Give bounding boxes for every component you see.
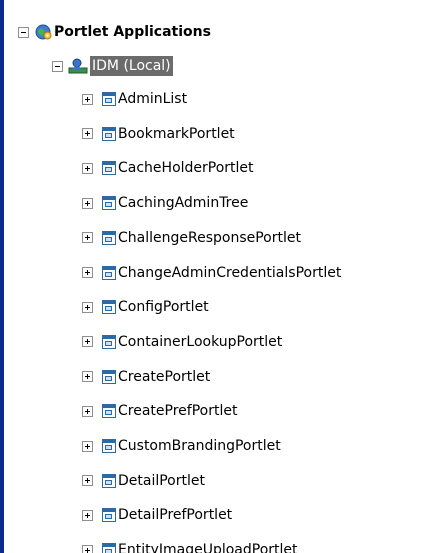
tree-node-label[interactable]: ContainerLookupPortlet (116, 332, 284, 352)
tree-node-label[interactable]: ChallengeResponsePortlet (116, 228, 303, 248)
tree-node-portlet[interactable]: CreatePortlet (82, 366, 212, 388)
portlet-window-icon (102, 265, 116, 280)
expand-icon[interactable] (82, 162, 93, 174)
tree-node-portlet[interactable]: DetailPortlet (82, 470, 207, 492)
expand-icon[interactable] (82, 301, 93, 313)
portlet-window-icon (102, 161, 116, 176)
tree-node-portlet[interactable]: CreatePrefPortlet (82, 400, 239, 422)
tree-node-label[interactable]: CreatePortlet (116, 367, 212, 387)
tree-node-portlet[interactable]: ChangeAdminCredentialsPortlet (82, 262, 343, 284)
tree-node-portlet[interactable]: CachingAdminTree (82, 192, 250, 214)
expand-icon[interactable] (82, 544, 93, 553)
expand-icon[interactable] (82, 371, 93, 383)
tree-node-portlet[interactable]: ContainerLookupPortlet (82, 331, 284, 353)
tree-node-label[interactable]: DetailPortlet (116, 471, 207, 491)
portlet-window-icon (102, 369, 116, 384)
collapse-icon[interactable] (52, 60, 63, 72)
portlet-window-icon (102, 334, 116, 349)
tree-node-portlet[interactable]: DetailPrefPortlet (82, 504, 234, 526)
tree-node-portlet[interactable]: ConfigPortlet (82, 296, 211, 318)
portlet-window-icon (102, 92, 116, 106)
tree-node-portlet[interactable]: CacheHolderPortlet (82, 157, 256, 179)
expand-icon[interactable] (82, 440, 93, 452)
tree-node-portlet[interactable]: AdminList (82, 88, 189, 110)
portlet-window-icon (102, 404, 116, 419)
server-user-icon (68, 58, 88, 74)
portlet-window-icon (102, 508, 116, 523)
expand-icon[interactable] (82, 197, 93, 209)
tree-node-portlet[interactable]: EntityImageUploadPortlet (82, 539, 300, 553)
tree-node-portlet[interactable]: BookmarkPortlet (82, 123, 237, 145)
expand-icon[interactable] (82, 475, 93, 487)
tree-node-label[interactable]: AdminList (116, 89, 189, 109)
expand-icon[interactable] (82, 232, 93, 244)
portlet-window-icon (102, 196, 116, 211)
expand-icon[interactable] (82, 509, 93, 521)
expand-icon[interactable] (82, 128, 93, 140)
portlet-window-icon (102, 543, 116, 553)
tree-node-label[interactable]: CreatePrefPortlet (116, 401, 239, 421)
tree-node-idm-local[interactable]: IDM (Local) (52, 55, 173, 77)
expand-icon[interactable] (82, 267, 93, 278)
tree-node-label[interactable]: BookmarkPortlet (116, 124, 237, 144)
expand-icon[interactable] (82, 93, 93, 105)
expand-icon[interactable] (82, 336, 93, 348)
collapse-icon[interactable] (18, 26, 29, 38)
expand-icon[interactable] (82, 405, 93, 417)
tree-node-label[interactable]: DetailPrefPortlet (116, 505, 234, 525)
tree-node-portlet[interactable]: CustomBrandingPortlet (82, 435, 283, 457)
tree-node-portlet-applications[interactable]: Portlet Applications (18, 21, 213, 43)
portlet-window-icon (102, 126, 116, 141)
portlet-window-icon (102, 230, 116, 245)
portlet-window-icon (102, 473, 116, 488)
tree-node-portlet[interactable]: ChallengeResponsePortlet (82, 227, 303, 249)
tree-node-label[interactable]: ConfigPortlet (116, 297, 211, 317)
tree-node-label[interactable]: CustomBrandingPortlet (116, 436, 283, 456)
tree-node-label[interactable]: ChangeAdminCredentialsPortlet (116, 263, 343, 283)
portlet-window-icon (102, 439, 116, 453)
tree-node-label[interactable]: CachingAdminTree (116, 193, 250, 213)
tree-node-label[interactable]: CacheHolderPortlet (116, 158, 256, 178)
tree-node-label[interactable]: IDM (Local) (90, 56, 173, 76)
tree-node-label[interactable]: EntityImageUploadPortlet (116, 540, 300, 553)
portlet-tree: Portlet Applications IDM (Local) AdminLi… (0, 0, 440, 553)
globe-gear-icon (35, 24, 52, 40)
tree-node-label[interactable]: Portlet Applications (52, 22, 213, 42)
window-left-border (0, 0, 4, 553)
portlet-window-icon (102, 300, 116, 315)
